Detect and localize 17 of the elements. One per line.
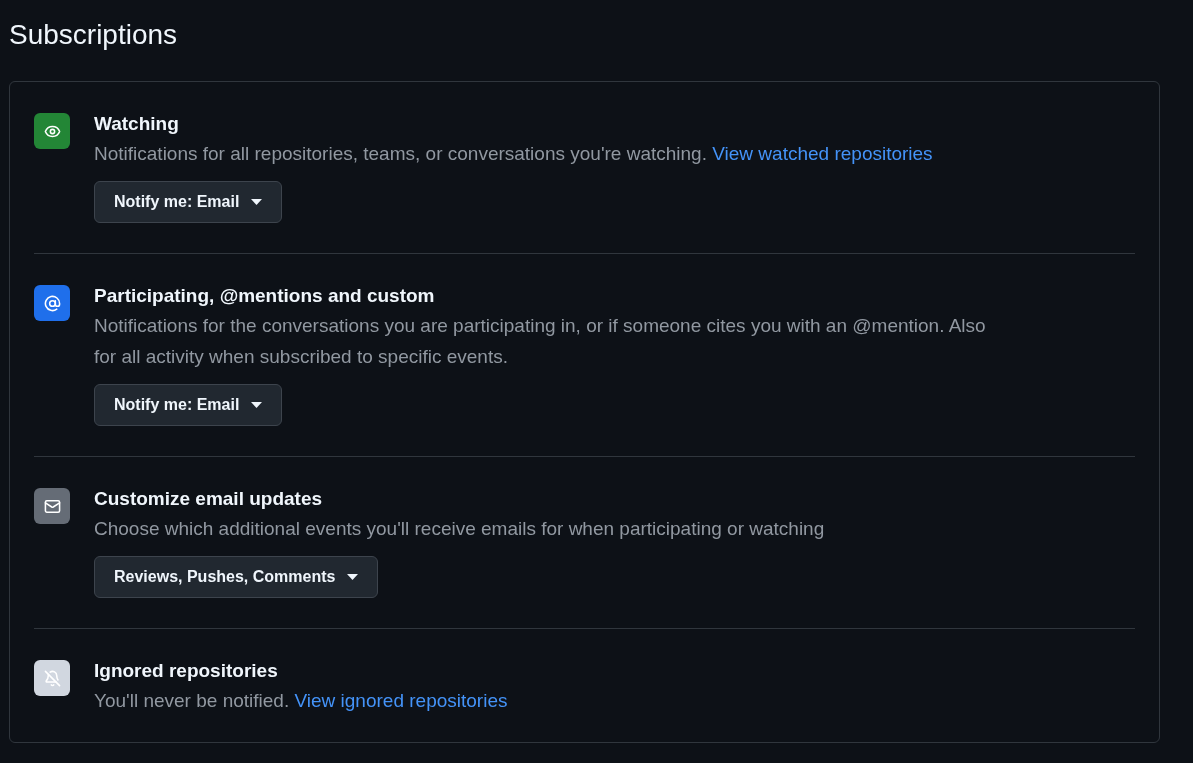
text-link[interactable]: View watched repositories	[712, 143, 933, 164]
section-description: Choose which additional events you'll receive emails for when participating or watching	[94, 517, 825, 541]
caret-icon	[251, 199, 263, 205]
section-title: Ignored repositories	[94, 659, 278, 683]
page-title: Subscriptions	[9, 18, 178, 52]
section-description: Notifications for all repositories, teams, or conversations you're watching. View watched repositories	[94, 142, 933, 166]
text-link[interactable]: View ignored repositories	[294, 690, 508, 711]
section-title: Customize email updates	[94, 487, 323, 511]
section-description: Notifications for the conversations you are participating in, or if someone cites you with an @mention. Also for all activity when subscribed to specific events.	[94, 314, 987, 369]
dropdown-button[interactable]: Notify me: Email	[94, 384, 283, 426]
section-description: You'll never be notified. View ignored repositories	[94, 689, 508, 713]
dropdown-button[interactable]: Reviews, Pushes, Comments	[94, 556, 379, 598]
section-title: Watching	[94, 112, 179, 136]
caret-icon	[347, 574, 359, 580]
section-title: Participating, @mentions and custom	[94, 284, 435, 308]
caret-icon	[251, 402, 263, 408]
dropdown-button[interactable]: Notify me: Email	[94, 181, 283, 223]
